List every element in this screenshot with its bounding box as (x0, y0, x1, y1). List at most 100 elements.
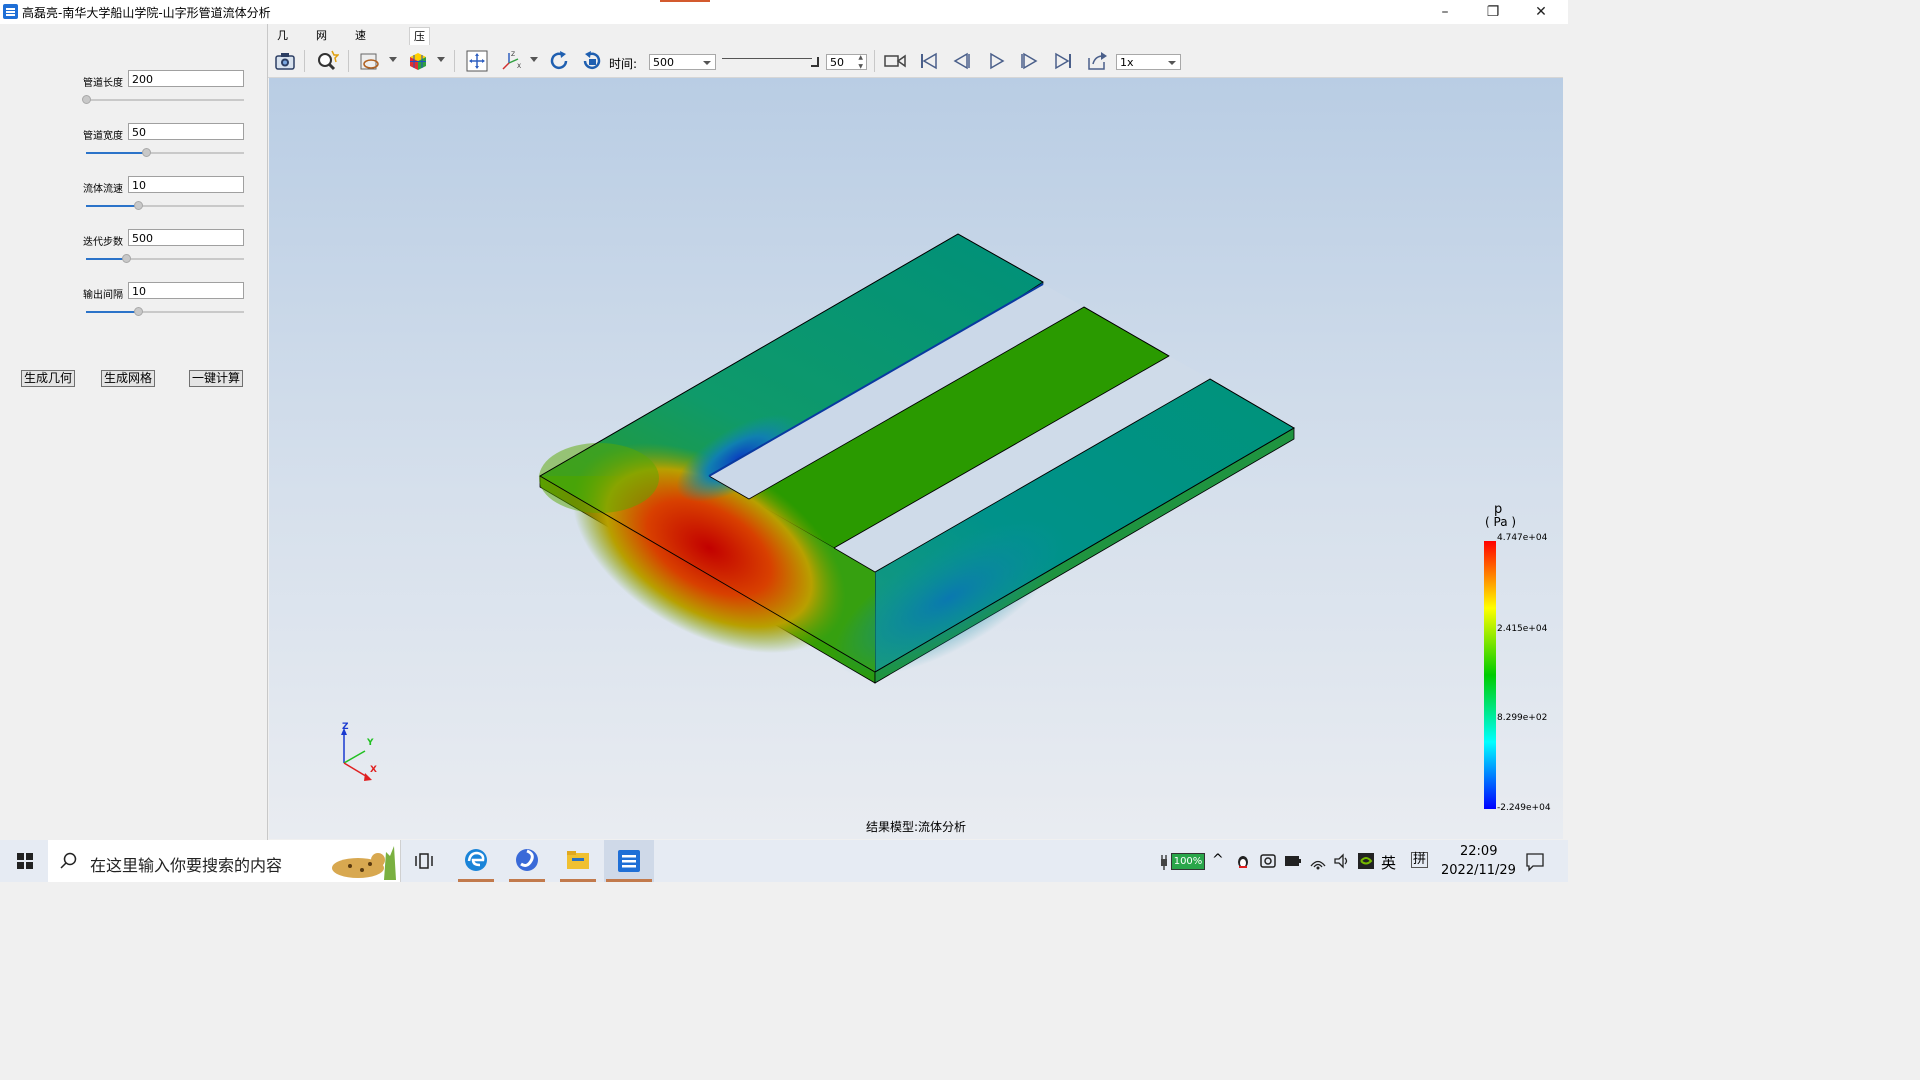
export-icon[interactable] (1085, 49, 1109, 73)
battery-icon[interactable] (1284, 854, 1302, 868)
power-plug-icon[interactable] (1158, 853, 1170, 871)
edge-browser-icon (465, 849, 487, 871)
swirl-app-icon (516, 849, 538, 871)
task-view-icon (415, 853, 433, 869)
chevron-down-icon[interactable] (530, 57, 538, 62)
windows-start-icon[interactable] (17, 853, 33, 869)
app-icon (3, 4, 18, 19)
clock-date[interactable]: 2022/11/29 (1441, 863, 1516, 878)
notification-center-icon[interactable] (1525, 852, 1545, 872)
task-view-button[interactable] (404, 840, 444, 882)
tab-mesh[interactable]: 网格 (312, 27, 331, 59)
axes-icon[interactable]: ZX (499, 49, 523, 73)
velocity-slider[interactable] (86, 201, 244, 211)
step-back-icon[interactable] (950, 49, 974, 73)
wifi-icon[interactable] (1309, 852, 1327, 870)
legend-tick: 8.299e+02 (1497, 713, 1548, 723)
restore-button[interactable]: ❐ (1470, 0, 1516, 24)
generate-geometry-button[interactable]: 生成几何 (21, 370, 76, 387)
video-record-icon[interactable] (883, 49, 907, 73)
width-slider[interactable] (86, 148, 244, 158)
rotate-cw-icon[interactable] (547, 49, 571, 73)
slider-thumb[interactable] (82, 95, 91, 104)
param-label-output-interval: 输出间隔 (83, 290, 123, 301)
camera-settings-icon[interactable] (1259, 852, 1277, 870)
length-input[interactable]: 200 (128, 70, 244, 87)
velocity-input[interactable]: 10 (128, 176, 244, 193)
time-value: 500 (653, 56, 674, 69)
rotate-ccw-icon[interactable] (580, 49, 604, 73)
axis-label-y: Y (367, 738, 374, 748)
step-forward-icon[interactable] (1017, 49, 1041, 73)
output-interval-input[interactable]: 10 (128, 282, 244, 299)
param-label-length: 管道长度 (83, 78, 123, 89)
volume-icon[interactable] (1333, 852, 1351, 870)
chevron-down-icon[interactable] (389, 57, 397, 62)
one-click-compute-button[interactable]: 一键计算 (189, 370, 244, 387)
time-slider-thumb[interactable] (811, 57, 819, 67)
skip-first-icon[interactable] (917, 49, 941, 73)
iterations-input[interactable]: 500 (128, 229, 244, 246)
spin-arrows-icon[interactable]: ▲ ▼ (858, 53, 863, 71)
tab-geometry[interactable]: 几何 (273, 27, 292, 59)
zoom-wand-icon[interactable] (315, 49, 340, 73)
model-status-label: 结果模型:流体分析 (866, 820, 967, 834)
tab-velocity-contour[interactable]: 速度云图 (351, 27, 370, 93)
speed-select[interactable]: 1x (1116, 54, 1181, 70)
frame-spinbox[interactable]: 50 ▲ ▼ (826, 54, 867, 70)
taskbar: 在这里输入你要搜索的内容 100% ^ 英 拼 22:09 2022/11/29 (0, 840, 1568, 882)
legend-tick-max: 4.747e+04 (1497, 533, 1548, 543)
param-label-velocity: 流体流速 (83, 184, 123, 195)
length-slider[interactable] (82, 95, 244, 105)
app-active-indicator (509, 879, 545, 882)
battery-percentage[interactable]: 100% (1171, 853, 1205, 870)
close-button[interactable]: ✕ (1518, 0, 1564, 24)
render-viewport[interactable]: Z Y X (269, 78, 1563, 839)
taskbar-app-edge[interactable] (456, 840, 496, 882)
app-active-indicator (458, 879, 494, 882)
output-interval-slider[interactable] (86, 307, 244, 317)
taskbar-app-swirl[interactable] (507, 840, 547, 882)
app-icon (618, 850, 640, 872)
camera-icon[interactable] (273, 49, 297, 73)
svg-text:Z: Z (511, 51, 515, 58)
search-icon (60, 852, 77, 869)
pressure-contour-model[interactable] (269, 78, 1563, 839)
color-legend-bar (1484, 541, 1496, 809)
taskbar-app-fluid-analysis[interactable] (604, 840, 654, 882)
width-input[interactable]: 50 (128, 123, 244, 140)
time-select[interactable]: 500 (649, 54, 716, 70)
toolbar: ZX 时间: 500 50 ▲ ▼ 1x (268, 45, 1563, 78)
svg-text:X: X (517, 63, 521, 70)
chevron-up-icon[interactable]: ^ (1212, 852, 1224, 868)
taskbar-app-file-explorer[interactable] (558, 840, 598, 882)
ime-language-indicator[interactable]: 英 (1381, 852, 1396, 873)
play-icon[interactable] (984, 49, 1008, 73)
slider-thumb[interactable] (134, 201, 144, 210)
axis-label-x: X (370, 765, 377, 775)
clock-time[interactable]: 22:09 (1460, 844, 1497, 859)
minimize-button[interactable]: – (1422, 0, 1468, 24)
display-mode-icon[interactable] (358, 49, 382, 73)
speed-value: 1x (1120, 56, 1134, 69)
time-slider-track[interactable] (722, 58, 812, 59)
taskbar-search[interactable]: 在这里输入你要搜索的内容 (48, 840, 401, 882)
qq-penguin-icon[interactable] (1236, 853, 1250, 869)
generate-mesh-button[interactable]: 生成网格 (101, 370, 156, 387)
legend-unit: ( Pa ) (1485, 515, 1517, 529)
search-placeholder: 在这里输入你要搜索的内容 (90, 856, 283, 875)
app-active-indicator (606, 879, 652, 882)
slider-thumb[interactable] (134, 307, 144, 316)
iterations-slider[interactable] (86, 254, 244, 264)
slider-thumb[interactable] (121, 254, 131, 263)
slider-thumb[interactable] (142, 148, 152, 157)
ime-mode-indicator[interactable]: 拼 (1411, 852, 1429, 868)
fit-view-icon[interactable] (465, 49, 489, 73)
tab-pressure-contour[interactable]: 压强云图 (409, 27, 430, 94)
parameter-panel: 管道长度 200 管道宽度 50 流体流速 10 迭代步数 500 输出间隔 1… (0, 24, 268, 840)
color-cube-icon[interactable] (406, 49, 430, 73)
skip-last-icon[interactable] (1051, 49, 1075, 73)
nvidia-icon[interactable] (1357, 852, 1375, 870)
param-label-width: 管道宽度 (83, 131, 123, 142)
chevron-down-icon[interactable] (437, 57, 445, 62)
